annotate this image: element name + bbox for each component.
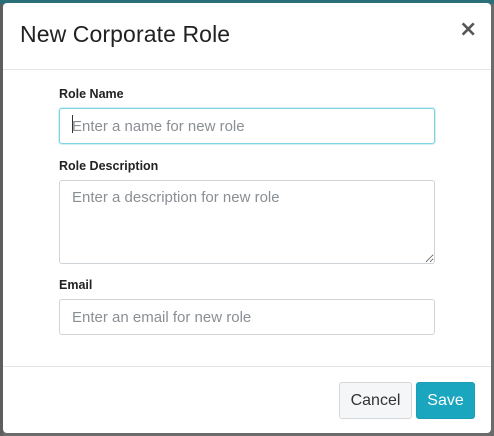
- modal-title: New Corporate Role: [20, 21, 231, 47]
- cancel-button[interactable]: Cancel: [339, 382, 412, 419]
- save-button[interactable]: Save: [416, 382, 475, 419]
- new-corporate-role-dialog: New Corporate Role × Role Name Role Desc…: [3, 3, 491, 433]
- email-label: Email: [59, 278, 93, 292]
- role-description-label: Role Description: [59, 159, 159, 173]
- modal-footer: Cancel Save: [3, 366, 491, 433]
- role-name-input[interactable]: [59, 108, 435, 144]
- role-description-textarea[interactable]: [59, 180, 435, 264]
- modal-body: Role Name Role Description Email: [3, 70, 491, 366]
- modal-header: New Corporate Role ×: [3, 3, 491, 70]
- email-input[interactable]: [59, 299, 435, 335]
- close-icon[interactable]: ×: [459, 19, 477, 41]
- text-caret: [72, 115, 73, 133]
- role-name-label: Role Name: [59, 87, 124, 101]
